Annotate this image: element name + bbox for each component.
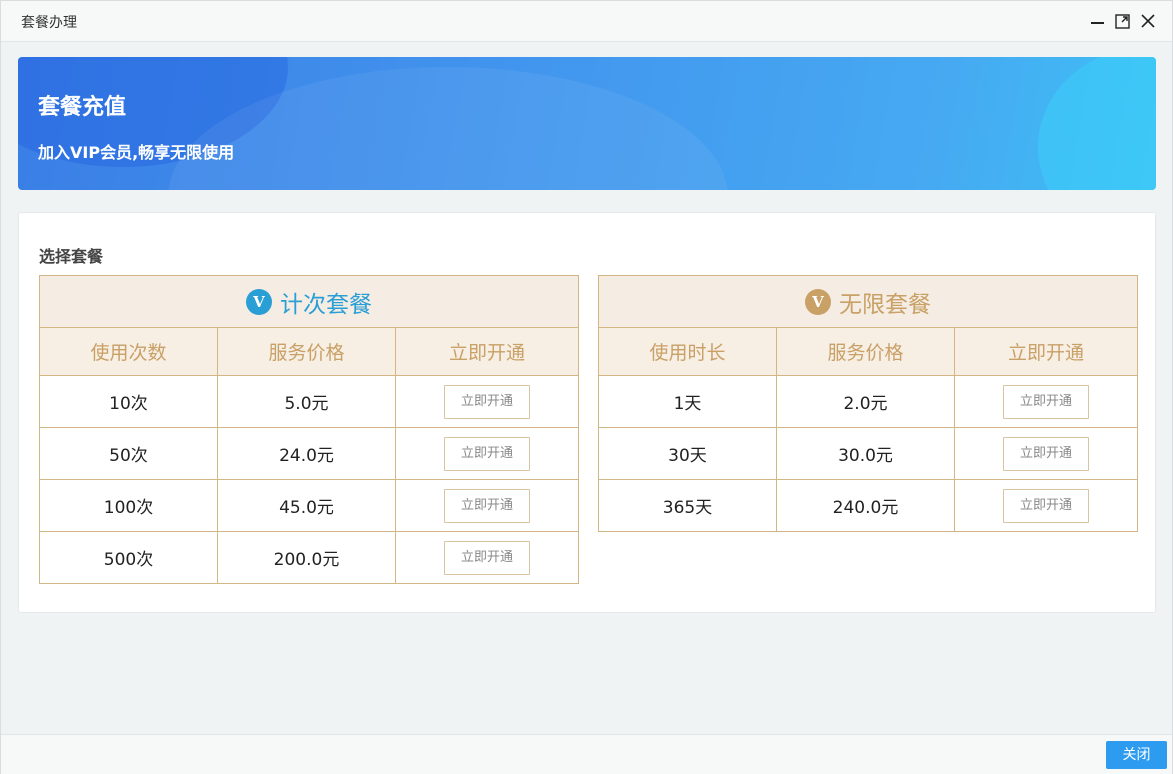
close-icon bbox=[1141, 14, 1155, 28]
close-button[interactable]: 关闭 bbox=[1106, 741, 1167, 769]
table-row: 30天 30.0元 立即开通 bbox=[598, 427, 1139, 480]
banner-decoration bbox=[1038, 57, 1156, 190]
open-now-button[interactable]: 立即开通 bbox=[1003, 436, 1089, 471]
duration-cell: 30天 bbox=[598, 427, 777, 480]
table-row: 1天 2.0元 立即开通 bbox=[598, 375, 1139, 428]
open-now-button[interactable]: 立即开通 bbox=[444, 436, 530, 471]
duration-cell: 365天 bbox=[598, 479, 777, 532]
price-cell: 5.0元 bbox=[217, 375, 396, 428]
column-header: 立即开通 bbox=[953, 327, 1139, 376]
quantity-cell: 50次 bbox=[39, 427, 218, 480]
title-bar: 套餐办理 bbox=[1, 1, 1172, 42]
column-header: 使用时长 bbox=[598, 327, 777, 376]
minimize-icon bbox=[1090, 22, 1104, 24]
price-cell: 2.0元 bbox=[776, 375, 955, 428]
minimize-button[interactable] bbox=[1087, 11, 1107, 31]
column-header: 使用次数 bbox=[39, 327, 218, 376]
open-now-button[interactable]: 立即开通 bbox=[444, 540, 530, 575]
price-cell: 240.0元 bbox=[776, 479, 955, 532]
column-header: 服务价格 bbox=[217, 327, 396, 376]
vip-icon: V bbox=[246, 288, 272, 315]
table-row: 100次 45.0元 立即开通 bbox=[39, 479, 580, 532]
open-now-button[interactable]: 立即开通 bbox=[444, 488, 530, 523]
price-cell: 24.0元 bbox=[217, 427, 396, 480]
table-row: 10次 5.0元 立即开通 bbox=[39, 375, 580, 428]
price-cell: 200.0元 bbox=[217, 531, 396, 584]
column-header: 服务价格 bbox=[776, 327, 955, 376]
package-panel: 选择套餐 V 计次套餐 使用次数 服务价格 立即开通 10次 5.0元 立即开通 bbox=[18, 212, 1156, 613]
close-window-button[interactable] bbox=[1138, 11, 1158, 31]
quantity-cell: 10次 bbox=[39, 375, 218, 428]
unlimited-package-title: 无限套餐 bbox=[839, 291, 931, 318]
banner-title: 套餐充值 bbox=[38, 95, 127, 120]
window-title: 套餐办理 bbox=[21, 15, 77, 31]
table-row: 50次 24.0元 立即开通 bbox=[39, 427, 580, 480]
maximize-button[interactable] bbox=[1112, 11, 1132, 31]
price-cell: 45.0元 bbox=[217, 479, 396, 532]
duration-cell: 1天 bbox=[598, 375, 777, 428]
table-row: 365天 240.0元 立即开通 bbox=[598, 479, 1139, 532]
quantity-cell: 100次 bbox=[39, 479, 218, 532]
column-header: 立即开通 bbox=[394, 327, 580, 376]
open-now-button[interactable]: 立即开通 bbox=[1003, 384, 1089, 419]
dialog-window: 套餐办理 套餐充值 加入VIP会员,畅享无限使用 选择套餐 V 计次套餐 使用次… bbox=[0, 0, 1173, 774]
recharge-banner: 套餐充值 加入VIP会员,畅享无限使用 bbox=[18, 57, 1156, 190]
vip-icon: V bbox=[805, 288, 831, 315]
section-title: 选择套餐 bbox=[39, 247, 104, 266]
maximize-icon bbox=[1114, 13, 1130, 29]
unlimited-package-table: V 无限套餐 使用时长 服务价格 立即开通 1天 2.0元 立即开通 30天 3… bbox=[597, 275, 1139, 532]
count-package-title: 计次套餐 bbox=[280, 291, 372, 318]
dialog-footer: 关闭 bbox=[1, 734, 1172, 774]
unlimited-package-header: V 无限套餐 bbox=[597, 275, 1139, 328]
quantity-cell: 500次 bbox=[39, 531, 218, 584]
count-package-header: V 计次套餐 bbox=[38, 275, 580, 328]
table-row: 500次 200.0元 立即开通 bbox=[39, 531, 580, 584]
price-cell: 30.0元 bbox=[776, 427, 955, 480]
open-now-button[interactable]: 立即开通 bbox=[444, 384, 530, 419]
open-now-button[interactable]: 立即开通 bbox=[1003, 488, 1089, 523]
count-package-table: V 计次套餐 使用次数 服务价格 立即开通 10次 5.0元 立即开通 50次 … bbox=[38, 275, 580, 584]
banner-subtitle: 加入VIP会员,畅享无限使用 bbox=[38, 143, 235, 162]
